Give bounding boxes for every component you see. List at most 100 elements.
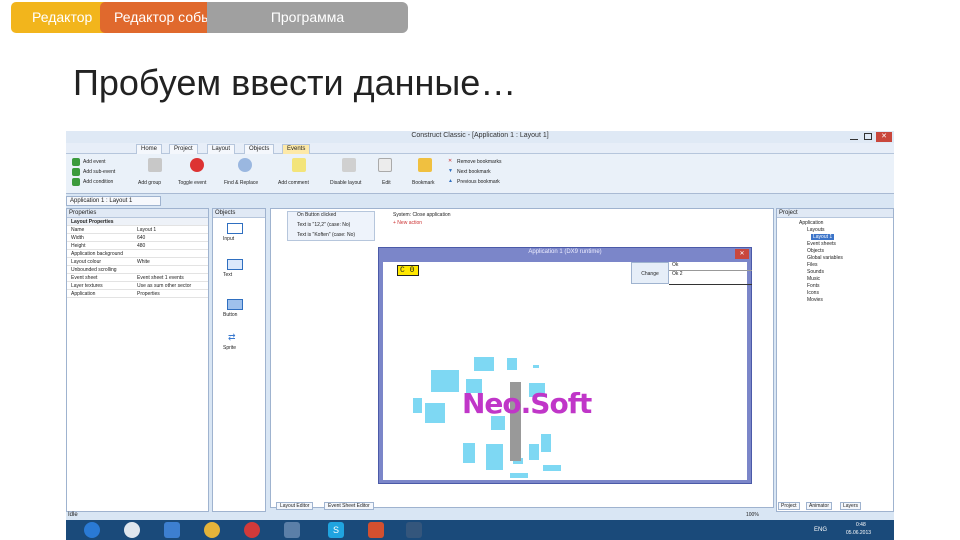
property-row[interactable]: Event sheet Event sheet 1 events — [67, 274, 208, 282]
runtime-button[interactable]: Change — [631, 262, 669, 284]
add-condition-button[interactable]: Add condition — [83, 179, 113, 185]
document-tab[interactable]: Application 1 : Layout 1 — [66, 196, 161, 206]
tree-item-global-variables[interactable]: Global variables — [807, 255, 843, 261]
layers-tab[interactable]: Layers — [840, 502, 862, 510]
app-screenshot: Construct Classic - [Application 1 : Lay… — [66, 131, 894, 540]
property-value[interactable]: Use as sum other sector — [137, 282, 191, 290]
tree-item-layout-1[interactable]: Layout 1 — [811, 234, 835, 240]
event-action[interactable]: System: Close application — [393, 212, 451, 218]
tree-item-music[interactable]: Music — [807, 276, 820, 282]
property-row[interactable]: Unbounded scrolling — [67, 266, 208, 274]
tab-program[interactable]: Программа — [207, 2, 408, 33]
property-row[interactable]: Layout colour White — [67, 258, 208, 266]
tab-event-editor[interactable]: Редактор событий — [100, 2, 218, 33]
ribbon-tab-project[interactable]: Project — [169, 144, 198, 154]
runtime-close-icon[interactable]: ✕ — [735, 249, 749, 259]
find-replace-button[interactable]: Find & Replace — [224, 180, 258, 186]
add-sub-event-button[interactable]: Add sub-event — [83, 169, 115, 175]
event-condition[interactable]: Text is "Koften" (case: No) — [297, 232, 355, 238]
remove-bookmark-icon: ✕ — [448, 158, 453, 164]
property-value[interactable]: 640 — [137, 234, 145, 242]
tree-item-sounds[interactable]: Sounds — [807, 269, 824, 275]
project-title: Project — [777, 209, 893, 218]
add-group-button[interactable]: Add group — [138, 180, 161, 186]
ribbon-tab-objects[interactable]: Objects — [244, 144, 275, 154]
logo-square — [474, 357, 494, 371]
add-comment-button[interactable]: Add comment — [278, 180, 309, 186]
property-key: Application — [71, 291, 96, 297]
construct-icon[interactable] — [164, 522, 180, 538]
ribbon-tab-home[interactable]: Home — [136, 144, 163, 154]
edit-button[interactable]: Edit — [382, 180, 391, 186]
media-player-icon[interactable] — [124, 522, 140, 538]
property-row[interactable]: Application Properties — [67, 290, 208, 298]
skype-icon[interactable]: S — [328, 522, 344, 538]
logo-square — [529, 444, 539, 460]
explorer-icon[interactable] — [406, 522, 422, 538]
group-icon — [148, 158, 162, 172]
property-key: Unbounded scrolling — [71, 267, 117, 273]
language-indicator[interactable]: ENG — [814, 527, 827, 533]
toggle-event-button[interactable]: Toggle event — [178, 180, 206, 186]
ribbon-tab-events[interactable]: Events — [282, 144, 311, 154]
event-condition[interactable]: On Button clicked — [297, 212, 336, 218]
tree-item-objects[interactable]: Objects — [807, 248, 824, 254]
previous-bookmark-button[interactable]: Previous bookmark — [457, 179, 500, 185]
project-tab[interactable]: Project — [778, 502, 800, 510]
next-bookmark-icon: ▼ — [448, 168, 453, 174]
tree-item-layouts[interactable]: Layouts — [807, 227, 825, 233]
property-row[interactable]: Application background — [67, 250, 208, 258]
property-row[interactable]: Name Layout 1 — [67, 226, 208, 234]
button-object-icon[interactable] — [227, 299, 243, 310]
new-action-link[interactable]: + New action — [393, 220, 422, 226]
chrome-icon[interactable] — [204, 522, 220, 538]
tree-item-application[interactable]: Application — [799, 220, 823, 226]
text-object-icon[interactable] — [227, 259, 243, 270]
property-key: Application background — [71, 251, 123, 257]
input-object-icon[interactable] — [227, 223, 243, 234]
app-icon[interactable] — [284, 522, 300, 538]
maximize-icon[interactable] — [864, 133, 872, 140]
event-condition[interactable]: Text is "12,2" (case: No) — [297, 222, 350, 228]
minimize-icon[interactable] — [850, 133, 858, 140]
logo-square — [543, 465, 561, 471]
tree-item-event-sheets[interactable]: Event sheets — [807, 241, 836, 247]
object-label: Button — [223, 312, 238, 318]
status-text: Idle — [68, 512, 78, 518]
close-icon[interactable]: ✕ — [876, 132, 892, 142]
property-value[interactable]: White — [137, 258, 150, 266]
disable-button[interactable]: Disable layout — [330, 180, 361, 186]
next-bookmark-button[interactable]: Next bookmark — [457, 169, 491, 175]
property-row[interactable]: Width 640 — [67, 234, 208, 242]
tree-item-files[interactable]: Files — [807, 262, 818, 268]
property-value[interactable]: Event sheet 1 events — [137, 274, 184, 282]
property-key: Name — [71, 227, 85, 233]
layout-editor-tab[interactable]: Layout Editor — [276, 502, 314, 510]
project-panel: Project Application Layouts Layout 1 Eve… — [776, 208, 894, 512]
opera-icon[interactable] — [244, 522, 260, 538]
add-event-button[interactable]: Add event — [83, 159, 106, 165]
property-value[interactable]: Properties — [137, 290, 160, 298]
animator-tab[interactable]: Animator — [806, 502, 833, 510]
tree-item-icons[interactable]: Icons — [807, 290, 819, 296]
remove-bookmarks-button[interactable]: Remove bookmarks — [457, 159, 501, 165]
property-row[interactable]: Layer textures Use as sum other sector — [67, 282, 208, 290]
powerpoint-icon[interactable] — [368, 522, 384, 538]
ribbon-tab-layout[interactable]: Layout — [207, 144, 236, 154]
runtime-list-item[interactable]: Ok 2 — [669, 271, 752, 280]
runtime-list-item[interactable]: Ok — [669, 262, 752, 271]
bookmark-button[interactable]: Bookmark — [412, 180, 435, 186]
event-sheet-editor-tab[interactable]: Event Sheet Editor — [324, 502, 374, 510]
logo-square — [486, 444, 503, 470]
logo-square — [431, 370, 459, 392]
tree-item-fonts[interactable]: Fonts — [807, 283, 820, 289]
property-value[interactable]: 480 — [137, 242, 145, 250]
runtime-list[interactable]: Ok Ok 2 — [669, 262, 752, 285]
property-value[interactable]: Layout 1 — [137, 226, 156, 234]
logo-square — [463, 443, 475, 463]
tree-item-movies[interactable]: Movies — [807, 297, 823, 303]
clock-time: 0:48 — [856, 522, 866, 528]
property-row[interactable]: Height 480 — [67, 242, 208, 250]
sprite-object-icon[interactable]: ⇄ — [228, 333, 242, 342]
ie-icon[interactable] — [84, 522, 100, 538]
